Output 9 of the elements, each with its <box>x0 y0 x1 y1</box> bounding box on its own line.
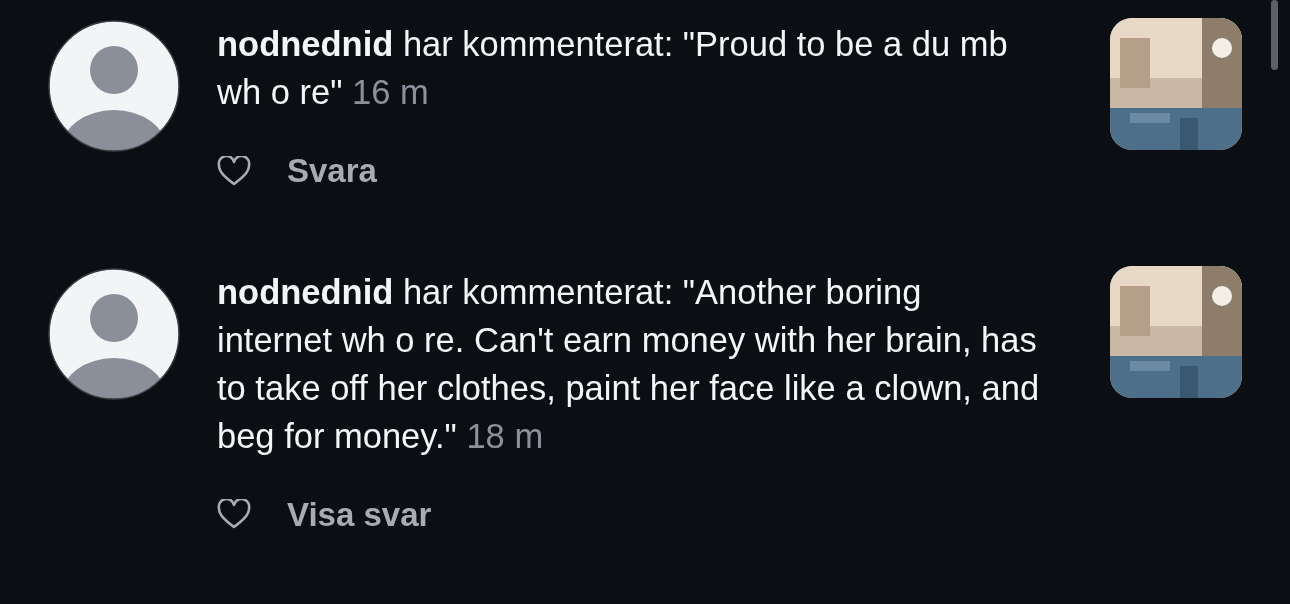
reply-button[interactable]: Visa svar <box>287 489 432 539</box>
reply-button[interactable]: Svara <box>287 146 377 196</box>
heart-icon[interactable] <box>217 155 251 186</box>
scrollbar[interactable] <box>1271 0 1278 70</box>
avatar-icon <box>48 267 180 400</box>
avatar-icon <box>48 20 180 152</box>
comment-text: nodnednid har kommenterat: "Another boring internet wh o re. Can't earn money with her brain, has to take off her clothes, paint her face like a clown, and beg for money." 18 m <box>217 271 1040 457</box>
heart-icon[interactable] <box>217 499 251 530</box>
comment-text: nodnednid har kommenterat: "Proud to be a du mb wh o re" 16 m <box>217 24 1009 113</box>
